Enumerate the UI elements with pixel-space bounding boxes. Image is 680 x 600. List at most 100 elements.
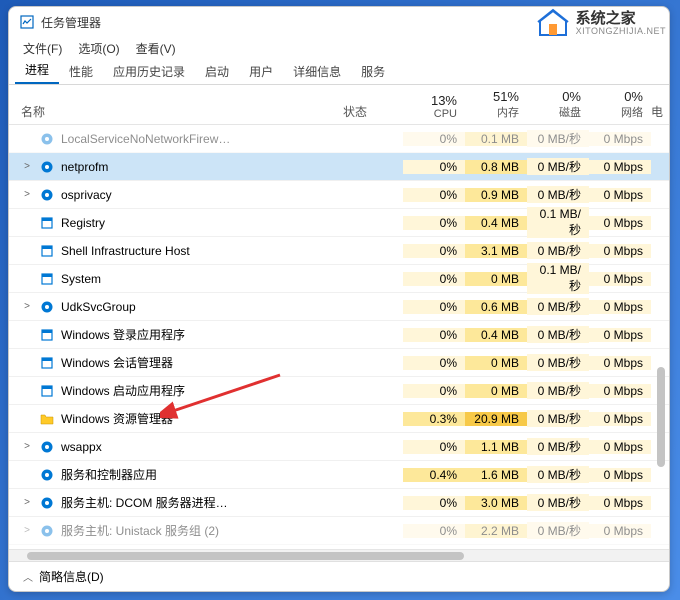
mem-cell: 0.8 MB bbox=[465, 160, 527, 174]
disk-cell: 0 MB/秒 bbox=[527, 382, 589, 399]
scrollbar-v-thumb[interactable] bbox=[657, 367, 665, 467]
disk-cell: 0 MB/秒 bbox=[527, 242, 589, 259]
process-icon bbox=[39, 327, 55, 343]
process-name: System bbox=[61, 272, 101, 286]
mem-cell: 3.1 MB bbox=[465, 244, 527, 258]
table-row[interactable]: >netprofm0%0.8 MB0 MB/秒0 Mbps bbox=[9, 153, 669, 181]
scrollbar-h-thumb[interactable] bbox=[27, 552, 464, 560]
window-title: 任务管理器 bbox=[41, 14, 101, 31]
table-row[interactable]: System0%0 MB0.1 MB/秒0 Mbps bbox=[9, 265, 669, 293]
net-cell: 0 Mbps bbox=[589, 384, 651, 398]
disk-cell: 0 MB/秒 bbox=[527, 186, 589, 203]
mem-cell: 0 MB bbox=[465, 356, 527, 370]
power-lbl[interactable]: 电 bbox=[651, 105, 663, 119]
net-cell: 0 Mbps bbox=[589, 356, 651, 370]
process-name: Shell Infrastructure Host bbox=[61, 244, 190, 258]
expand-toggle[interactable]: > bbox=[21, 441, 33, 452]
cpu-lbl: CPU bbox=[434, 108, 457, 120]
tab-1[interactable]: 性能 bbox=[59, 59, 103, 84]
menubar: 文件(F) 选项(O) 查看(V) bbox=[9, 37, 669, 59]
expand-toggle[interactable]: > bbox=[21, 189, 33, 200]
table-row[interactable]: 服务和控制器应用0.4%1.6 MB0 MB/秒0 Mbps bbox=[9, 461, 669, 489]
table-header: 名称 状态 13% CPU 51% 内存 0% 磁盘 0% 网络 电 bbox=[9, 85, 669, 125]
process-name: Windows 资源管理器 bbox=[61, 410, 173, 427]
expand-toggle[interactable]: > bbox=[21, 161, 33, 172]
table-row[interactable]: Shell Infrastructure Host0%3.1 MB0 MB/秒0… bbox=[9, 237, 669, 265]
mem-cell: 3.0 MB bbox=[465, 496, 527, 510]
tab-6[interactable]: 服务 bbox=[351, 59, 395, 84]
cpu-cell: 0% bbox=[403, 132, 465, 146]
mem-cell: 0.9 MB bbox=[465, 188, 527, 202]
mem-cell: 0 MB bbox=[465, 272, 527, 286]
process-icon bbox=[39, 383, 55, 399]
chevron-up-icon[interactable]: ︿ bbox=[23, 569, 33, 584]
process-name: Windows 会话管理器 bbox=[61, 354, 173, 371]
table-row[interactable]: LocalServiceNoNetworkFirew…0%0.1 MB0 MB/… bbox=[9, 125, 669, 153]
net-cell: 0 Mbps bbox=[589, 216, 651, 230]
tab-5[interactable]: 详细信息 bbox=[283, 59, 351, 84]
net-lbl: 网络 bbox=[621, 104, 643, 120]
expand-toggle[interactable]: > bbox=[21, 525, 33, 536]
disk-cell: 0 MB/秒 bbox=[527, 298, 589, 315]
process-name: Windows 登录应用程序 bbox=[61, 326, 185, 343]
disk-cell: 0 MB/秒 bbox=[527, 438, 589, 455]
col-status-label[interactable]: 状态 bbox=[343, 105, 367, 119]
col-name-label[interactable]: 名称 bbox=[21, 103, 45, 120]
table-row[interactable]: Windows 会话管理器0%0 MB0 MB/秒0 Mbps bbox=[9, 349, 669, 377]
disk-cell: 0.1 MB/秒 bbox=[527, 207, 589, 238]
scrollbar-horizontal[interactable] bbox=[9, 549, 669, 561]
mem-cell: 1.1 MB bbox=[465, 440, 527, 454]
mem-lbl: 内存 bbox=[497, 104, 519, 120]
disk-cell: 0 MB/秒 bbox=[527, 326, 589, 343]
expand-toggle[interactable]: > bbox=[21, 497, 33, 508]
process-icon bbox=[39, 215, 55, 231]
disk-cell: 0 MB/秒 bbox=[527, 522, 589, 539]
table-row[interactable]: >服务主机: Unistack 服务组 (2)0%2.2 MB0 MB/秒0 M… bbox=[9, 517, 669, 545]
table-row[interactable]: >UdkSvcGroup0%0.6 MB0 MB/秒0 Mbps bbox=[9, 293, 669, 321]
tab-3[interactable]: 启动 bbox=[195, 59, 239, 84]
cpu-cell: 0% bbox=[403, 272, 465, 286]
menu-view[interactable]: 查看(V) bbox=[130, 38, 182, 59]
process-icon bbox=[39, 299, 55, 315]
col-cpu[interactable]: 13% CPU bbox=[403, 93, 465, 120]
process-icon bbox=[39, 355, 55, 371]
house-icon bbox=[536, 8, 570, 38]
cpu-cell: 0% bbox=[403, 244, 465, 258]
table-row[interactable]: >wsappx0%1.1 MB0 MB/秒0 Mbps bbox=[9, 433, 669, 461]
tab-2[interactable]: 应用历史记录 bbox=[103, 59, 195, 84]
table-row[interactable]: >服务主机: DCOM 服务器进程…0%3.0 MB0 MB/秒0 Mbps bbox=[9, 489, 669, 517]
mem-cell: 0.1 MB bbox=[465, 132, 527, 146]
col-mem[interactable]: 51% 内存 bbox=[465, 89, 527, 120]
process-icon bbox=[39, 187, 55, 203]
menu-options[interactable]: 选项(O) bbox=[72, 38, 125, 59]
scrollbar-vertical[interactable] bbox=[657, 127, 667, 507]
table-row[interactable]: Windows 资源管理器0.3%20.9 MB0 MB/秒0 Mbps bbox=[9, 405, 669, 433]
table-row[interactable]: Windows 登录应用程序0%0.4 MB0 MB/秒0 Mbps bbox=[9, 321, 669, 349]
tabbar: 进程性能应用历史记录启动用户详细信息服务 bbox=[9, 59, 669, 85]
expand-toggle[interactable]: > bbox=[21, 301, 33, 312]
col-disk[interactable]: 0% 磁盘 bbox=[527, 89, 589, 120]
table-row[interactable]: Registry0%0.4 MB0.1 MB/秒0 Mbps bbox=[9, 209, 669, 237]
process-icon bbox=[39, 411, 55, 427]
process-icon bbox=[39, 523, 55, 539]
net-cell: 0 Mbps bbox=[589, 188, 651, 202]
cpu-cell: 0.3% bbox=[403, 412, 465, 426]
cpu-pct: 13% bbox=[431, 93, 457, 108]
menu-file[interactable]: 文件(F) bbox=[17, 38, 68, 59]
mem-cell: 1.6 MB bbox=[465, 468, 527, 482]
cpu-cell: 0% bbox=[403, 188, 465, 202]
mem-cell: 0.4 MB bbox=[465, 328, 527, 342]
process-name: netprofm bbox=[61, 160, 108, 174]
tab-0[interactable]: 进程 bbox=[15, 57, 59, 84]
net-cell: 0 Mbps bbox=[589, 496, 651, 510]
process-table: 名称 状态 13% CPU 51% 内存 0% 磁盘 0% 网络 电 Local… bbox=[9, 85, 669, 561]
watermark-text: 系统之家 bbox=[576, 11, 666, 26]
col-net[interactable]: 0% 网络 bbox=[589, 89, 651, 120]
fewer-details-button[interactable]: 简略信息(D) bbox=[39, 568, 104, 585]
tab-4[interactable]: 用户 bbox=[239, 59, 283, 84]
table-row[interactable]: >osprivacy0%0.9 MB0 MB/秒0 Mbps bbox=[9, 181, 669, 209]
process-rows[interactable]: LocalServiceNoNetworkFirew…0%0.1 MB0 MB/… bbox=[9, 125, 669, 549]
mem-pct: 51% bbox=[493, 89, 519, 104]
net-cell: 0 Mbps bbox=[589, 132, 651, 146]
table-row[interactable]: Windows 启动应用程序0%0 MB0 MB/秒0 Mbps bbox=[9, 377, 669, 405]
